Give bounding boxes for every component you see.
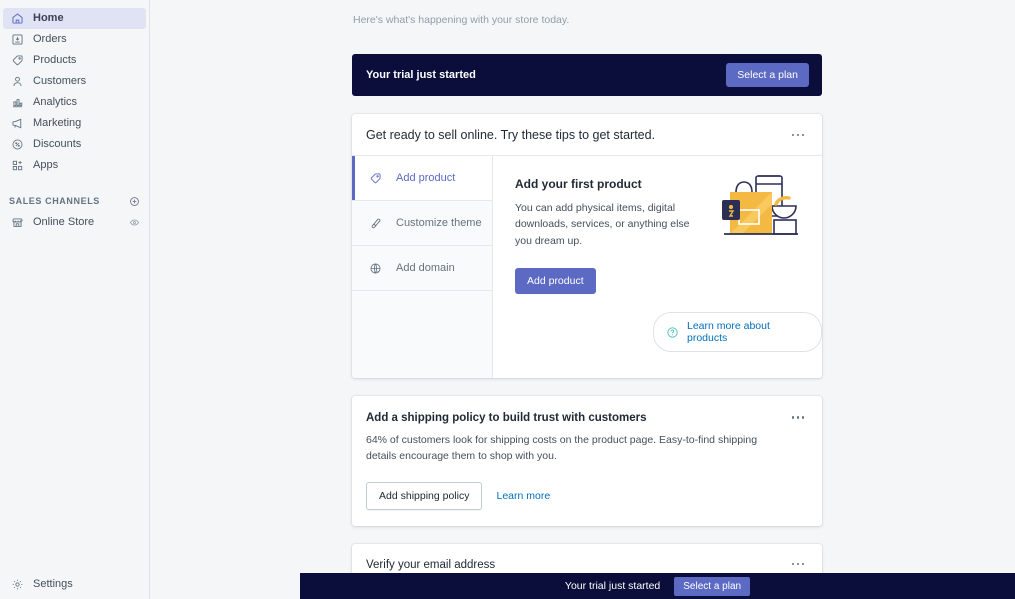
tab-label: Add domain — [396, 262, 455, 274]
storefront-icon — [9, 215, 26, 231]
content-column: Here's what's happening with your store … — [352, 0, 822, 599]
onboarding-body: Add product Customize theme Add domain A… — [352, 156, 822, 378]
trial-banner: Your trial just started Select a plan — [352, 54, 822, 96]
sticky-select-a-plan-button[interactable]: Select a plan — [674, 576, 751, 596]
tab-label: Add product — [396, 172, 456, 184]
shipping-learn-more-link[interactable]: Learn more — [496, 490, 550, 502]
shopify-admin-dashboard: Home Orders Products Customers Analytics… — [0, 0, 1015, 599]
learn-more-about-products-button[interactable]: Learn more about products — [653, 312, 822, 352]
sidebar-item-home[interactable]: Home — [3, 8, 146, 29]
home-icon — [9, 11, 26, 27]
question-circle-icon — [666, 326, 679, 339]
sidebar-item-label: Products — [33, 54, 77, 66]
apps-grid-plus-icon — [9, 158, 26, 174]
sidebar-item-label: Analytics — [33, 96, 78, 108]
onboarding-card-title: Get ready to sell online. Try these tips… — [366, 128, 656, 142]
products-tag-icon — [9, 53, 26, 69]
greeting-text: Here's what's happening with your store … — [353, 14, 570, 26]
settings-label: Settings — [33, 578, 73, 590]
tab-add-domain[interactable]: Add domain — [352, 246, 492, 291]
sidebar-item-online-store[interactable]: Online Store — [3, 212, 146, 233]
sticky-trial-bar: Your trial just started Select a plan — [300, 573, 1015, 599]
sidebar-item-discounts[interactable]: Discounts — [3, 134, 146, 155]
shipping-policy-card: Add a shipping policy to build trust wit… — [352, 396, 822, 526]
sidebar-item-label: Customers — [33, 75, 87, 87]
shipping-card-description: 64% of customers look for shipping costs… — [366, 434, 758, 462]
tab-list-filler — [352, 291, 492, 377]
tab-label: Customize theme — [396, 217, 482, 229]
select-a-plan-button[interactable]: Select a plan — [726, 63, 809, 87]
sidebar-item-marketing[interactable]: Marketing — [3, 113, 146, 134]
brush-icon — [369, 217, 386, 230]
orders-icon — [9, 32, 26, 48]
shipping-card-title: Add a shipping policy to build trust wit… — [366, 412, 647, 424]
plus-circle-icon[interactable] — [129, 196, 140, 207]
sidebar-item-apps[interactable]: Apps — [3, 155, 146, 176]
panel-description: You can add physical items, digital down… — [515, 202, 690, 247]
onboarding-card: Get ready to sell online. Try these tips… — [352, 114, 822, 378]
add-product-button[interactable]: Add product — [515, 267, 596, 294]
main-content: Here's what's happening with your store … — [150, 0, 1015, 599]
globe-icon — [369, 262, 386, 275]
trial-banner-text: Your trial just started — [366, 69, 476, 81]
tab-customize-theme[interactable]: Customize theme — [352, 201, 492, 246]
add-shipping-policy-button[interactable]: Add shipping policy — [366, 481, 483, 510]
sidebar-item-label: Orders — [33, 33, 67, 45]
tag-icon — [369, 172, 386, 185]
sales-channels-title: SALES CHANNELS — [9, 196, 100, 206]
sidebar-item-settings[interactable]: Settings — [0, 569, 150, 599]
ellipsis-icon[interactable] — [788, 130, 809, 141]
tab-add-product[interactable]: Add product — [352, 156, 492, 201]
verify-card-title: Verify your email address — [366, 558, 496, 571]
sidebar: Home Orders Products Customers Analytics… — [0, 0, 150, 599]
eye-icon[interactable] — [129, 217, 140, 228]
sidebar-item-customers[interactable]: Customers — [3, 71, 146, 92]
onboarding-tab-list: Add product Customize theme Add domain — [352, 156, 493, 378]
sidebar-item-label: Marketing — [33, 117, 82, 129]
onboarding-card-header: Get ready to sell online. Try these tips… — [352, 114, 822, 156]
analytics-bar-chart-icon — [9, 95, 26, 111]
ellipsis-icon[interactable] — [788, 412, 809, 423]
sidebar-item-label: Online Store — [33, 216, 95, 228]
sticky-bar-text: Your trial just started — [564, 580, 661, 592]
sidebar-nav: Home Orders Products Customers Analytics… — [0, 0, 149, 176]
shipping-card-actions: Add shipping policy Learn more — [352, 481, 822, 526]
sales-channels-header: SALES CHANNELS — [0, 192, 149, 210]
sidebar-item-analytics[interactable]: Analytics — [3, 92, 146, 113]
gear-icon — [9, 576, 26, 592]
learn-more-label: Learn more about products — [687, 320, 770, 344]
onboarding-panel: Add your first product You can add physi… — [493, 156, 822, 378]
ellipsis-icon[interactable] — [788, 559, 809, 570]
discounts-badge-icon — [9, 137, 26, 153]
sidebar-item-orders[interactable]: Orders — [3, 29, 146, 50]
shipping-card-header: Add a shipping policy to build trust wit… — [352, 396, 822, 465]
sidebar-item-label: Home — [33, 12, 64, 24]
sidebar-item-label: Apps — [33, 159, 59, 171]
shopping-bag-product-illustration — [718, 170, 804, 247]
sidebar-item-label: Discounts — [33, 138, 82, 150]
sidebar-item-products[interactable]: Products — [3, 50, 146, 71]
marketing-megaphone-icon — [9, 116, 26, 132]
customers-person-icon — [9, 74, 26, 90]
